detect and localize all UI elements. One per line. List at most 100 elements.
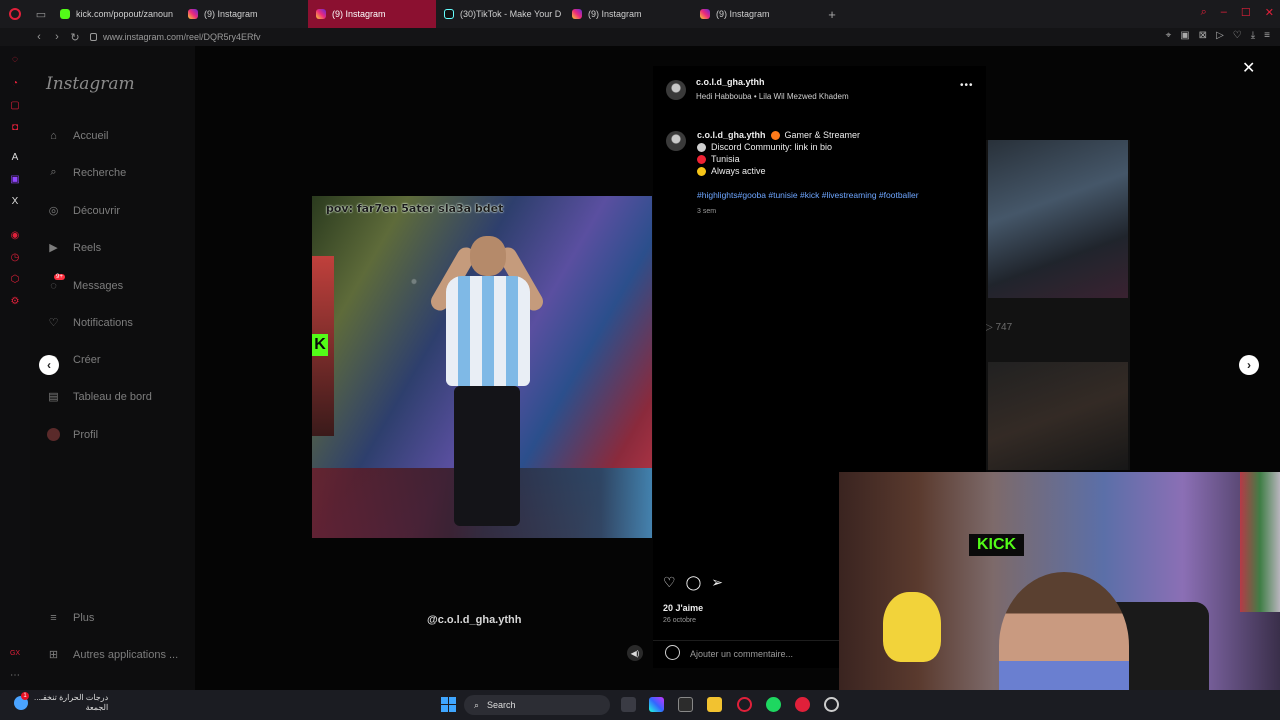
tab-instagram-3[interactable]: (9) Instagram: [564, 0, 692, 28]
windows-taskbar: 1 درجات الحرارة تنخفـ... الجمعة ⌕ Search: [0, 690, 1280, 720]
close-modal-icon[interactable]: ✕: [1242, 58, 1255, 78]
nav-reels[interactable]: ▶ Reels: [46, 240, 101, 255]
pin-icon[interactable]: ⌖: [1166, 30, 1172, 41]
chat-icon[interactable]: ▢: [9, 100, 21, 112]
player-icon[interactable]: ◉: [9, 230, 21, 242]
nav-profil[interactable]: Profil: [46, 427, 98, 442]
tab-instagram-active[interactable]: (9) Instagram: [308, 0, 436, 28]
settings-icon[interactable]: ⚙: [9, 296, 21, 308]
url-field[interactable]: www.instagram.com/reel/DQR5ry4ERfv: [90, 32, 261, 42]
minimize-icon[interactable]: –: [1221, 6, 1227, 19]
nav-label: Créer: [73, 353, 101, 366]
caption-username[interactable]: c.o.l.d_gha.ythh: [697, 129, 766, 141]
task-view-icon[interactable]: [621, 697, 636, 712]
tiktok-icon: [444, 9, 454, 19]
comment-icon[interactable]: ◯: [686, 574, 702, 591]
bio-line: Always active: [711, 166, 766, 176]
nav-tableau-de-bord[interactable]: ▤ Tableau de bord: [46, 389, 152, 404]
pikachu-plush: [883, 592, 941, 662]
audio-track[interactable]: Hedi Habbouba • Lila Wil Mezwed Khadem: [696, 92, 849, 101]
reel-handle[interactable]: @c.o.l.d_gha.ythh: [427, 614, 521, 626]
reload-icon[interactable]: ↻: [66, 31, 84, 44]
search-tabs-icon[interactable]: ⌕: [1201, 6, 1207, 19]
tab-menu-icon[interactable]: ▭: [30, 0, 52, 28]
heart-icon[interactable]: ♡: [1233, 30, 1242, 41]
file-explorer-icon[interactable]: [707, 697, 722, 712]
avatar-icon: [46, 427, 61, 442]
heart-icon: ♡: [48, 317, 59, 329]
volume-icon[interactable]: ◀): [627, 645, 643, 661]
download-icon[interactable]: ⤓: [1251, 30, 1255, 41]
x-icon[interactable]: X: [9, 196, 21, 208]
like-icon[interactable]: ♡: [663, 574, 676, 591]
shield-icon[interactable]: ⊠: [1199, 30, 1207, 41]
more-icon[interactable]: ⋯: [9, 670, 21, 682]
maximize-icon[interactable]: ☐: [1241, 6, 1251, 19]
like-count[interactable]: 20 J'aime: [663, 603, 703, 613]
nav-plus[interactable]: ≡ Plus: [46, 610, 94, 625]
messenger-icon[interactable]: ◔: [9, 78, 21, 90]
history-icon[interactable]: ◷: [9, 252, 21, 264]
hashtags[interactable]: #highlights#gooba #tunisie #kick #livest…: [697, 190, 919, 200]
windows-start-icon[interactable]: [441, 697, 456, 712]
previous-post-icon[interactable]: ‹: [39, 355, 59, 375]
weather-icon: 1: [14, 692, 29, 710]
reel-video[interactable]: K pov: far7en 5ater sla3a bdet: [312, 196, 652, 538]
kick-logo: K: [312, 334, 328, 356]
new-tab-button[interactable]: +: [820, 7, 844, 22]
taskbar-search[interactable]: ⌕ Search: [464, 695, 610, 715]
menu-icon[interactable]: ≡: [1264, 30, 1270, 41]
tab-instagram-4[interactable]: (9) Instagram: [692, 0, 820, 28]
app-a-icon[interactable]: A: [9, 152, 21, 164]
avatar[interactable]: [666, 80, 686, 100]
back-icon[interactable]: ‹: [30, 31, 48, 43]
weather-widget[interactable]: 1 درجات الحرارة تنخفـ... الجمعة: [14, 692, 109, 713]
nav-notifications[interactable]: ♡ Notifications: [46, 315, 133, 330]
comment-input[interactable]: Ajouter un commentaire...: [690, 649, 793, 659]
nav-decouvrir[interactable]: ◎ Découvrir: [46, 203, 120, 218]
opera-sidebar: ◌ ◔ ▢ ◘ A ▣ X ◉ ◷ ⬡ ⚙ GX ⋯: [0, 46, 30, 690]
tab-kick[interactable]: kick.com/popout/zanoun: [52, 0, 180, 28]
nav-recherche[interactable]: ⌕ Recherche: [46, 165, 126, 180]
messenger-icon: ◌: [50, 279, 57, 292]
share-icon[interactable]: ➢: [711, 574, 723, 591]
instagram-logo[interactable]: Instagram: [46, 74, 135, 94]
nav-autres-applications[interactable]: ⊞ Autres applications ...: [46, 647, 178, 662]
play-icon[interactable]: ▷: [1216, 30, 1224, 41]
tab-label: (30)TikTok - Make Your D: [460, 9, 562, 19]
address-bar: ‹ › ↻ www.instagram.com/reel/DQR5ry4ERfv…: [0, 28, 1280, 46]
tab-label: (9) Instagram: [588, 9, 642, 19]
nav-messages[interactable]: ◌ 9+ Messages: [46, 274, 123, 293]
instagram-icon[interactable]: ◘: [9, 122, 21, 134]
app-icon[interactable]: [795, 697, 810, 712]
tab-tiktok[interactable]: (30)TikTok - Make Your D: [436, 0, 564, 28]
tab-label: (9) Instagram: [204, 9, 258, 19]
tab-instagram-1[interactable]: (9) Instagram: [180, 0, 308, 28]
instagram-icon: [572, 9, 582, 19]
obs-icon[interactable]: [824, 697, 839, 712]
copilot-icon[interactable]: [649, 697, 664, 712]
nav-accueil[interactable]: ⌂ Accueil: [46, 128, 108, 143]
weather-day: الجمعة: [85, 703, 109, 712]
next-post-icon[interactable]: ›: [1239, 355, 1259, 375]
lock-icon: [90, 33, 97, 41]
opera-gx-icon[interactable]: [737, 697, 752, 712]
extensions-icon[interactable]: ⬡: [9, 274, 21, 286]
snapshot-icon[interactable]: ▣: [1180, 30, 1189, 41]
heart-icon: [697, 166, 706, 176]
close-window-icon[interactable]: ✕: [1265, 6, 1274, 19]
window-controls: ⌕ – ☐ ✕: [1201, 6, 1274, 19]
twitch-icon[interactable]: ▣: [9, 174, 21, 186]
nav-label: Découvrir: [73, 204, 121, 217]
messages-badge: 9+: [54, 274, 65, 280]
opera-logo-icon[interactable]: [0, 0, 30, 28]
more-options-icon[interactable]: •••: [960, 80, 974, 91]
post-username[interactable]: c.o.l.d_gha.ythh: [696, 77, 765, 87]
gx-icon[interactable]: GX: [9, 648, 21, 660]
avatar[interactable]: [666, 131, 686, 151]
aria-icon[interactable]: ◌: [9, 54, 21, 66]
store-icon[interactable]: [678, 697, 693, 712]
forward-icon[interactable]: ›: [48, 31, 66, 43]
emoji-icon[interactable]: [665, 645, 680, 660]
spotify-icon[interactable]: [766, 697, 781, 712]
